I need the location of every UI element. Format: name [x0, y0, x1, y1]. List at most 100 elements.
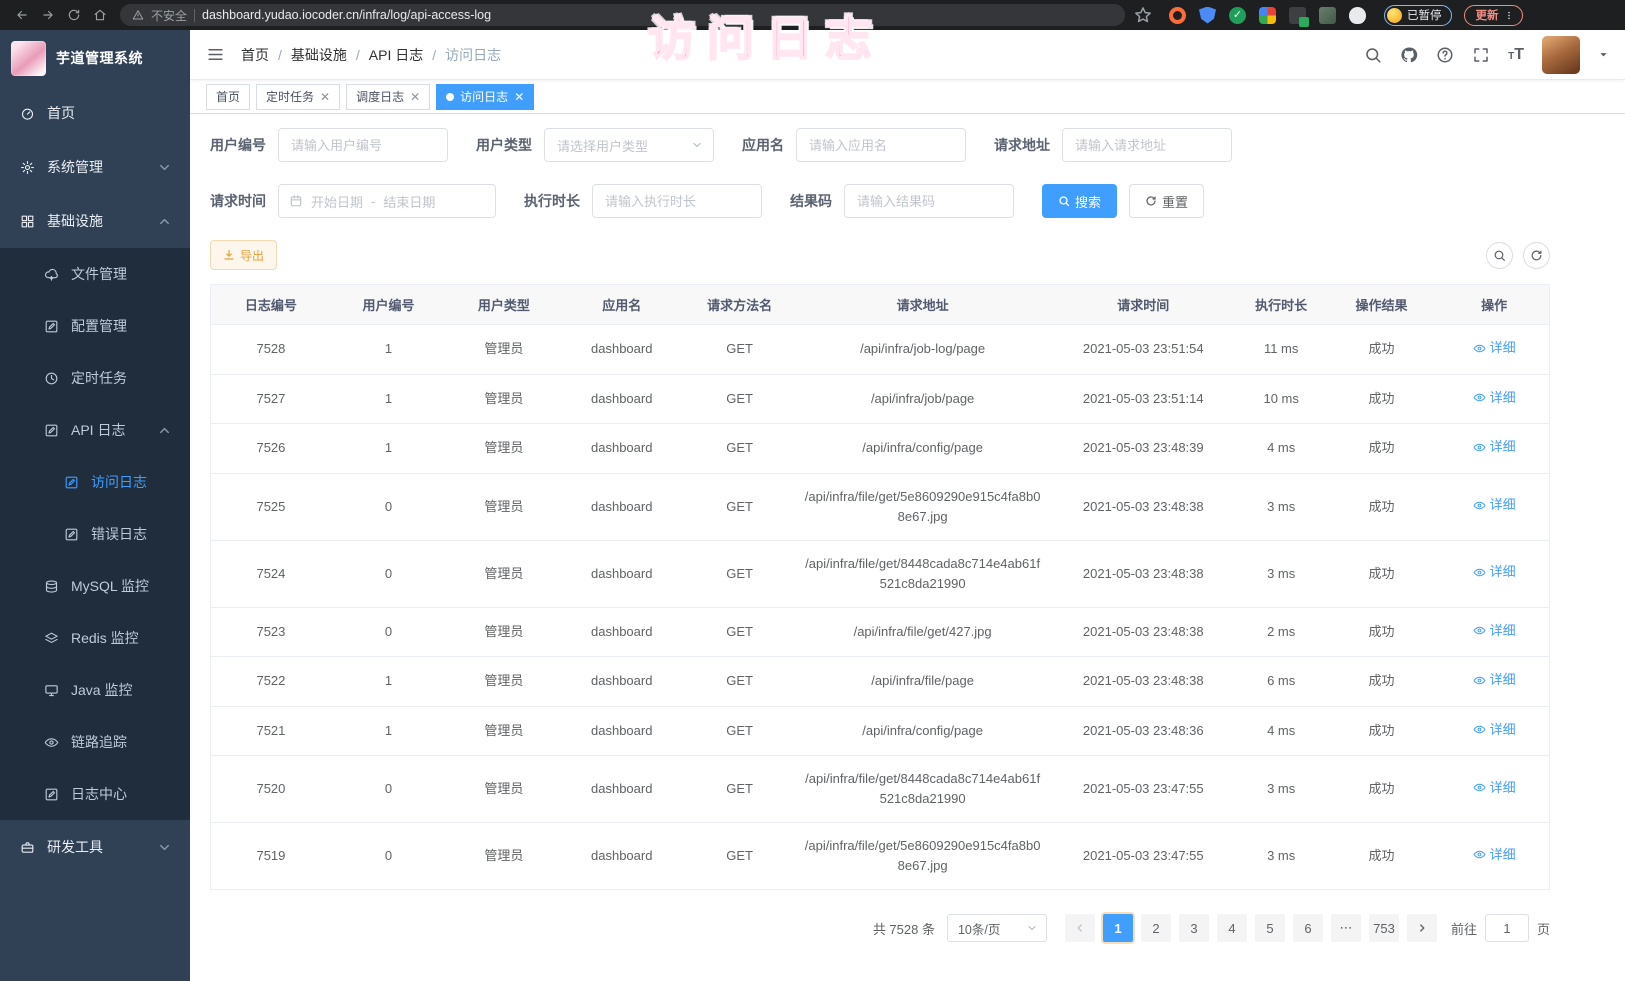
- close-icon[interactable]: ✕: [320, 91, 330, 103]
- app-logo[interactable]: 芋道管理系统: [0, 30, 190, 86]
- detail-link[interactable]: 详细: [1473, 495, 1516, 515]
- detail-link[interactable]: 详细: [1473, 388, 1516, 408]
- orange-ring-extension-icon[interactable]: [1169, 7, 1186, 24]
- shield-extension-icon[interactable]: [1199, 7, 1216, 24]
- tab-home[interactable]: 首页: [206, 84, 250, 110]
- user-type-select[interactable]: 请选择用户类型: [544, 128, 714, 162]
- detail-link[interactable]: 详细: [1473, 720, 1516, 740]
- paw-extension-icon[interactable]: [1349, 7, 1366, 24]
- sidebar-item-error-log[interactable]: 错误日志: [0, 508, 190, 560]
- tab-label: 访问日志: [460, 88, 508, 105]
- paused-badge[interactable]: 已暂停: [1384, 5, 1452, 26]
- next-page-button[interactable]: [1407, 914, 1437, 942]
- sidebar-item-java[interactable]: Java 监控: [0, 664, 190, 716]
- forward-icon[interactable]: [36, 3, 60, 27]
- green-check-extension-icon[interactable]: ✓: [1229, 7, 1246, 24]
- detail-link[interactable]: 详细: [1473, 670, 1516, 690]
- more-pages-button[interactable]: ⋯: [1331, 914, 1361, 942]
- fullscreen-icon[interactable]: [1472, 46, 1490, 64]
- sidebar-item-config[interactable]: 配置管理: [0, 300, 190, 352]
- close-icon[interactable]: ✕: [514, 91, 524, 103]
- url-text[interactable]: dashboard.yudao.iocoder.cn/infra/log/api…: [202, 8, 491, 22]
- menu-dots-icon[interactable]: [1504, 9, 1514, 22]
- hamburger-icon[interactable]: [206, 45, 225, 64]
- detail-link[interactable]: 详细: [1473, 845, 1516, 865]
- tab-job[interactable]: 定时任务✕: [256, 84, 340, 110]
- cell-duration: 3 ms: [1239, 540, 1324, 607]
- sidebar-item-infra[interactable]: 基础设施: [0, 194, 190, 248]
- page-button-753[interactable]: 753: [1369, 914, 1399, 942]
- page-button-1[interactable]: 1: [1103, 914, 1133, 942]
- cell-duration: 10 ms: [1239, 374, 1324, 424]
- detail-link[interactable]: 详细: [1473, 562, 1516, 582]
- export-button[interactable]: 导出: [210, 240, 277, 270]
- font-size-icon[interactable]: TT: [1508, 46, 1524, 64]
- cell-url: /api/infra/file/get/5e8609290e915c4fa8b0…: [797, 473, 1048, 540]
- tab-access-log[interactable]: 访问日志 ✕: [436, 84, 534, 110]
- page-button-2[interactable]: 2: [1141, 914, 1171, 942]
- page-button-4[interactable]: 4: [1217, 914, 1247, 942]
- detail-link[interactable]: 详细: [1473, 621, 1516, 641]
- sidebar-item-system[interactable]: 系统管理: [0, 140, 190, 194]
- sidebar-item-log-center[interactable]: 日志中心: [0, 768, 190, 820]
- close-icon[interactable]: ✕: [410, 91, 420, 103]
- caret-down-icon[interactable]: [1598, 49, 1609, 60]
- address-bar[interactable]: 不安全 dashboard.yudao.iocoder.cn/infra/log…: [120, 4, 1125, 26]
- page-size-select[interactable]: 10条/页: [947, 914, 1047, 942]
- db-icon: [44, 579, 59, 594]
- cell-id: 7526: [211, 424, 331, 474]
- search-button[interactable]: 搜索: [1042, 184, 1117, 218]
- sidebar-item-dev-tools[interactable]: 研发工具: [0, 820, 190, 874]
- prev-page-button[interactable]: [1065, 914, 1095, 942]
- tab-job-log[interactable]: 调度日志✕: [346, 84, 430, 110]
- sidebar-item-mysql[interactable]: MySQL 监控: [0, 560, 190, 612]
- breadcrumb-item[interactable]: 基础设施: [291, 45, 347, 65]
- duration-input[interactable]: [592, 184, 762, 218]
- cell-result: 成功: [1324, 706, 1439, 756]
- sidebar-item-file[interactable]: 文件管理: [0, 248, 190, 300]
- detail-link[interactable]: 详细: [1473, 437, 1516, 457]
- sidebar-item-job[interactable]: 定时任务: [0, 352, 190, 404]
- app-name-input[interactable]: [796, 128, 966, 162]
- table-row: 75281管理员dashboardGET/api/infra/job-log/p…: [211, 325, 1550, 375]
- reset-button[interactable]: 重置: [1129, 184, 1204, 218]
- bookmark-star-icon[interactable]: [1133, 5, 1153, 25]
- update-button[interactable]: 更新: [1464, 5, 1523, 26]
- breadcrumb-item[interactable]: 首页: [241, 45, 269, 65]
- user-id-input[interactable]: [278, 128, 448, 162]
- page-button-3[interactable]: 3: [1179, 914, 1209, 942]
- goto-page-input[interactable]: [1485, 914, 1529, 942]
- detail-link[interactable]: 详细: [1473, 778, 1516, 798]
- request-url-input[interactable]: [1062, 128, 1232, 162]
- detail-link[interactable]: 详细: [1473, 338, 1516, 358]
- github-icon[interactable]: [1400, 46, 1418, 64]
- help-icon[interactable]: [1436, 46, 1454, 64]
- dictionary-extension-icon[interactable]: [1289, 7, 1306, 24]
- sidebar-item-access-log[interactable]: 访问日志: [0, 456, 190, 508]
- security-label[interactable]: 不安全: [151, 7, 187, 24]
- sidebar-item-home[interactable]: 首页: [0, 86, 190, 140]
- app-frame: 芋道管理系统 首页系统管理基础设施文件管理配置管理定时任务API 日志访问日志错…: [0, 30, 1625, 981]
- search-icon[interactable]: [1364, 46, 1382, 64]
- refresh-button[interactable]: [1523, 242, 1550, 269]
- leaf-extension-icon[interactable]: [1319, 7, 1336, 24]
- sidebar-item-tracing[interactable]: 链路追踪: [0, 716, 190, 768]
- sidebar-item-redis[interactable]: Redis 监控: [0, 612, 190, 664]
- reload-icon[interactable]: [62, 3, 86, 27]
- cell-result: 成功: [1324, 374, 1439, 424]
- cell-user_id: 0: [331, 823, 446, 890]
- home-icon[interactable]: [88, 3, 112, 27]
- back-icon[interactable]: [10, 3, 34, 27]
- color-grid-extension-icon[interactable]: [1259, 7, 1276, 24]
- page-button-5[interactable]: 5: [1255, 914, 1285, 942]
- page-button-6[interactable]: 6: [1293, 914, 1323, 942]
- breadcrumb-item[interactable]: API 日志: [369, 45, 423, 65]
- cell-app: dashboard: [562, 325, 682, 375]
- edit-icon: [64, 527, 79, 542]
- sidebar-item-api-log[interactable]: API 日志: [0, 404, 190, 456]
- search-toggle-button[interactable]: [1486, 242, 1513, 269]
- cell-method: GET: [682, 607, 797, 657]
- date-range-picker[interactable]: 开始日期 - 结束日期: [278, 184, 496, 218]
- result-code-input[interactable]: [844, 184, 1014, 218]
- user-avatar[interactable]: [1542, 36, 1580, 74]
